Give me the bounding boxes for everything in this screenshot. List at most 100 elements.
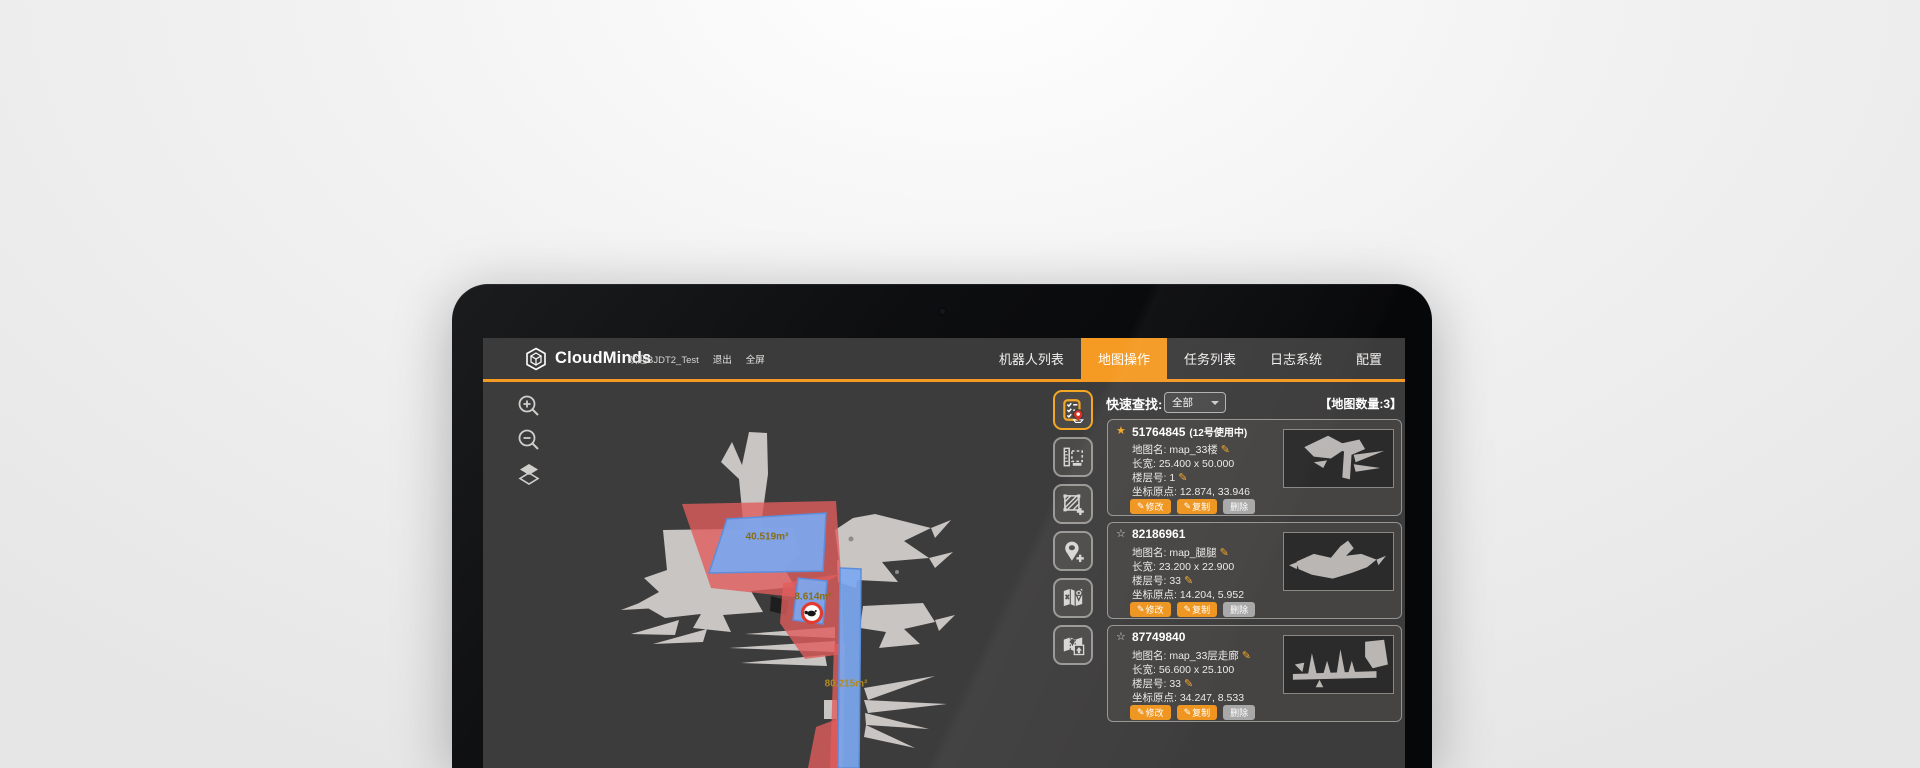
field-value: 1 [1169,472,1175,484]
zoom-out-button[interactable] [516,427,542,453]
occupancy-map [483,382,1053,768]
field-value: 33 [1169,678,1181,690]
field-value: 34.247, 8.533 [1180,692,1244,704]
map-id: 87749840 [1132,630,1185,644]
tool-map-upload-button[interactable] [1053,625,1093,665]
field-label: 地图名: [1132,444,1166,456]
map-list-panel: 快速查找: 全部 【地图数量:3】 ★ 51764845 (12号使用中) 地图名… [1100,382,1405,768]
field-label: 楼层号: [1132,575,1166,587]
map-id: 82186961 [1132,527,1185,541]
magnifier-minus-icon [516,427,542,453]
tool-add-point-button[interactable] [1053,531,1093,571]
pencil-icon: ✎ [1184,501,1192,512]
hatch-area-add-icon [1060,491,1086,517]
nav-tab-robot-list[interactable]: 机器人列表 [982,338,1081,379]
map-thumbnail [1283,429,1394,488]
webcam-dot [940,309,945,314]
map-list-check-icon [1060,397,1086,423]
copy-button[interactable]: ✎复制 [1177,705,1218,720]
quick-find-selected: 全部 [1172,395,1193,410]
map-id: 51764845 [1132,425,1185,439]
cloudminds-logo-icon [524,347,548,371]
delete-button[interactable]: 删除 [1223,705,1255,720]
nav-tab-map-operations[interactable]: 地图操作 [1081,338,1167,379]
area-label-1: 40.519m² [746,532,789,543]
field-value: 23.200 x 22.900 [1159,561,1234,573]
nav-tabs: 机器人列表 地图操作 任务列表 日志系统 配置 [982,338,1399,379]
delete-button[interactable]: 删除 [1223,602,1255,617]
edit-pencil-icon[interactable]: ✎ [1242,650,1251,662]
area-label-2: 8.614m² [794,592,831,603]
map-discard-icon [1060,585,1086,611]
pencil-icon: ✎ [1137,604,1145,615]
tool-measure-button[interactable] [1053,437,1093,477]
map-card-1[interactable]: ★ 51764845 (12号使用中) 地图名: map_33楼 ✎ 长宽: 25.… [1107,419,1402,516]
quick-find-dropdown[interactable]: 全部 [1164,392,1226,413]
pencil-icon: ✎ [1184,604,1192,615]
map-upload-icon [1060,632,1086,658]
field-label: 长宽: [1132,458,1156,470]
pencil-icon: ✎ [1137,501,1145,512]
field-value: map_腿腿 [1169,547,1216,559]
field-value: 12.874, 33.946 [1180,486,1250,498]
star-outline-icon[interactable]: ☆ [1116,527,1126,540]
field-label: 长宽: [1132,664,1156,676]
edit-pencil-icon[interactable]: ✎ [1184,678,1193,690]
pencil-icon: ✎ [1184,707,1192,718]
app-screen: CloudMinds 欢迎BJDT2_Test 退出 全屏 机器人列表 地图操作… [483,338,1405,768]
top-navbar: CloudMinds 欢迎BJDT2_Test 退出 全屏 机器人列表 地图操作… [483,338,1405,382]
edit-pencil-icon[interactable]: ✎ [1184,575,1193,587]
layers-icon [516,461,542,487]
field-label: 地图名: [1132,650,1166,662]
tool-map-discard-button[interactable] [1053,578,1093,618]
edit-pencil-icon[interactable]: ✎ [1220,547,1229,559]
modify-button[interactable]: ✎修改 [1130,705,1171,720]
area-label-3: 80.215m² [825,679,868,690]
map-card-3[interactable]: ☆ 87749840 地图名: map_33层走廊 ✎ 长宽: 56.600 x … [1107,625,1402,722]
field-label: 坐标原点: [1132,589,1177,601]
measure-frame-icon [1060,444,1086,470]
nav-tab-task-list[interactable]: 任务列表 [1167,338,1253,379]
robot-position-marker [803,604,822,623]
edit-pencil-icon[interactable]: ✎ [1178,472,1187,484]
map-count-label: 【地图数量:3】 [1319,395,1402,412]
magnifier-plus-icon [516,393,542,419]
nav-tab-log-system[interactable]: 日志系统 [1253,338,1339,379]
map-thumbnail [1283,532,1394,591]
field-label: 坐标原点: [1132,692,1177,704]
field-value: 25.400 x 50.000 [1159,458,1234,470]
field-value: 56.600 x 25.100 [1159,664,1234,676]
pencil-icon: ✎ [1137,707,1145,718]
quick-find-label: 快速查找: [1106,394,1162,413]
copy-button[interactable]: ✎复制 [1177,602,1218,617]
field-value: map_33层走廊 [1169,650,1238,662]
layers-button[interactable] [516,461,542,487]
field-label: 楼层号: [1132,472,1166,484]
star-outline-icon[interactable]: ☆ [1116,630,1126,643]
pin-add-icon [1060,538,1086,564]
field-label: 长宽: [1132,561,1156,573]
field-label: 楼层号: [1132,678,1166,690]
tool-add-area-button[interactable] [1053,484,1093,524]
field-value: 33 [1169,575,1181,587]
map-id-suffix: (12号使用中) [1189,428,1247,439]
modify-button[interactable]: ✎修改 [1130,602,1171,617]
logout-link[interactable]: 退出 [713,352,732,366]
tool-map-list-button[interactable] [1053,390,1093,430]
welcome-text: 欢迎BJDT2_Test [628,352,699,366]
zoom-in-button[interactable] [516,393,542,419]
delete-button[interactable]: 删除 [1223,499,1255,514]
nav-tab-config[interactable]: 配置 [1339,338,1399,379]
star-filled-icon[interactable]: ★ [1116,424,1126,437]
copy-button[interactable]: ✎复制 [1177,499,1218,514]
map-thumbnail [1283,635,1394,694]
map-canvas[interactable]: 40.519m² 8.614m² 80.215m² [483,382,1053,768]
main-content: 40.519m² 8.614m² 80.215m² [483,382,1405,768]
field-value: map_33楼 [1169,444,1217,456]
field-label: 地图名: [1132,547,1166,559]
edit-pencil-icon[interactable]: ✎ [1221,444,1230,456]
laptop-frame: CloudMinds 欢迎BJDT2_Test 退出 全屏 机器人列表 地图操作… [452,284,1432,768]
fullscreen-link[interactable]: 全屏 [746,352,765,366]
modify-button[interactable]: ✎修改 [1130,499,1171,514]
map-card-2[interactable]: ☆ 82186961 地图名: map_腿腿 ✎ 长宽: 23.200 x 22.… [1107,522,1402,619]
